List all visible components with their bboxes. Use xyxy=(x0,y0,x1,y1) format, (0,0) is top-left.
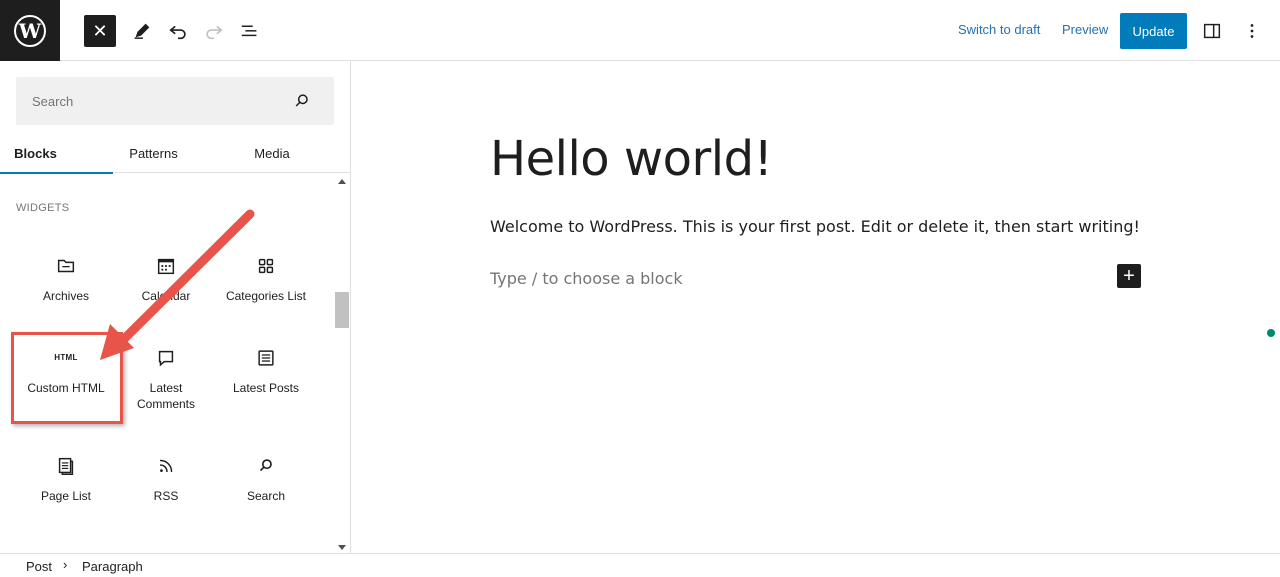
block-search-input[interactable] xyxy=(16,77,286,125)
paragraph-block[interactable]: Welcome to WordPress. This is your first… xyxy=(490,217,1140,236)
tab-label: Blocks xyxy=(14,145,57,161)
plus-icon: + xyxy=(1123,265,1135,287)
block-label: Calendar xyxy=(141,289,191,303)
block-label: Categories List xyxy=(225,289,307,303)
block-label: Latest Posts xyxy=(232,381,300,395)
redo-button[interactable] xyxy=(198,15,230,47)
status-dot xyxy=(1267,329,1275,337)
comment-icon xyxy=(158,350,174,367)
chevron-right-icon: › xyxy=(63,557,68,572)
tab-media[interactable]: Media xyxy=(230,133,314,173)
wordpress-logo-icon: W xyxy=(14,14,46,47)
undo-button[interactable] xyxy=(162,15,194,47)
search-icon xyxy=(259,459,272,472)
folder-icon xyxy=(57,259,75,273)
close-inserter-button[interactable]: ✕ xyxy=(84,15,116,47)
pencil-icon xyxy=(134,23,150,39)
document-overview-button[interactable] xyxy=(234,15,266,47)
inserter-tabs: Blocks Patterns Media xyxy=(0,133,350,174)
calendar-icon xyxy=(157,258,175,275)
post-list-icon xyxy=(258,350,274,366)
block-label: Latest Comments xyxy=(136,381,195,411)
inserter-scrollbar[interactable] xyxy=(334,174,350,553)
block-search[interactable]: Search xyxy=(216,454,316,504)
more-vertical-icon xyxy=(1250,24,1254,38)
switch-to-draft-button[interactable]: Switch to draft xyxy=(958,22,1040,37)
block-inserter-panel: Blocks Patterns Media WIDGETS Archives C… xyxy=(0,61,351,553)
block-label: Page List xyxy=(40,489,92,503)
page-list-icon xyxy=(58,457,74,475)
list-view-icon xyxy=(241,25,257,37)
rss-icon xyxy=(159,459,173,473)
preview-button[interactable]: Preview xyxy=(1062,22,1108,37)
block-breadcrumb: Post › Paragraph xyxy=(0,553,1280,577)
category-heading: WIDGETS xyxy=(16,202,70,214)
options-button[interactable] xyxy=(1236,15,1268,47)
tools-edit-button[interactable] xyxy=(126,15,158,47)
close-icon: ✕ xyxy=(92,20,108,41)
block-page-list[interactable]: Page List xyxy=(16,454,116,504)
undo-icon xyxy=(169,25,186,40)
block-archives[interactable]: Archives xyxy=(16,254,116,304)
editor-canvas: Hello world! Welcome to WordPress. This … xyxy=(352,61,1280,553)
breadcrumb-paragraph: Paragraph xyxy=(82,559,143,574)
wordpress-logo-button[interactable]: W xyxy=(0,0,60,61)
breadcrumb-post[interactable]: Post xyxy=(26,559,52,574)
editor-header: W ✕ Switch to draft Preview Update xyxy=(0,0,1280,61)
block-search xyxy=(16,77,334,125)
block-latest-posts[interactable]: Latest Posts xyxy=(216,346,316,396)
scrollbar-thumb[interactable] xyxy=(335,292,349,328)
block-latest-comments[interactable]: Latest Comments xyxy=(116,346,216,412)
block-calendar[interactable]: Calendar xyxy=(116,254,216,304)
annotation-highlight-box xyxy=(11,332,123,424)
tab-blocks[interactable]: Blocks xyxy=(0,133,113,174)
sidebar-toggle-icon xyxy=(1203,23,1221,39)
categories-icon xyxy=(258,258,274,274)
redo-icon xyxy=(206,25,223,40)
post-title[interactable]: Hello world! xyxy=(490,131,773,187)
block-rss[interactable]: RSS xyxy=(116,454,216,504)
search-icon xyxy=(295,94,308,107)
block-label: RSS xyxy=(153,489,179,503)
block-placeholder[interactable]: Type / to choose a block xyxy=(490,269,683,288)
scroll-up-arrow-icon[interactable] xyxy=(338,179,346,184)
block-label: Search xyxy=(246,489,286,503)
block-inserter-button[interactable]: + xyxy=(1117,264,1141,288)
scroll-down-arrow-icon[interactable] xyxy=(338,545,346,550)
settings-sidebar-button[interactable] xyxy=(1196,15,1228,47)
block-categories-list[interactable]: Categories List xyxy=(216,254,316,304)
block-label: Archives xyxy=(42,289,89,303)
update-button[interactable]: Update xyxy=(1120,13,1187,49)
tab-patterns[interactable]: Patterns xyxy=(113,133,194,173)
